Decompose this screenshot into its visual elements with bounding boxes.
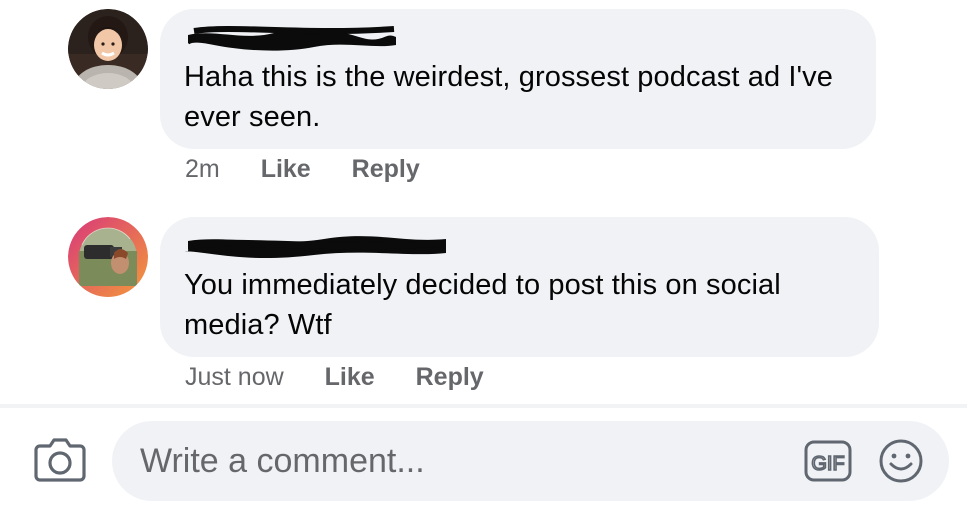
comment-meta: 2m Like Reply [185, 155, 420, 184]
comment-input[interactable] [138, 435, 782, 487]
smiley-icon[interactable] [878, 438, 924, 484]
comment-timestamp: 2m [185, 155, 220, 183]
gif-label: GIF [811, 453, 844, 475]
redacted-author-name[interactable] [184, 23, 404, 51]
comment-composer: GIF [0, 408, 967, 506]
comment-input-container[interactable]: GIF [112, 421, 949, 501]
comment-text: Haha this is the weirdest, grossest podc… [184, 61, 833, 133]
comment-text: You immediately decided to post this on … [184, 269, 781, 341]
gif-icon[interactable]: GIF [804, 440, 852, 482]
reply-button[interactable]: Reply [352, 155, 420, 184]
comment-item: You immediately decided to post this on … [0, 200, 967, 404]
like-button[interactable]: Like [261, 155, 311, 184]
comment-bubble: You immediately decided to post this on … [160, 217, 879, 357]
comment-item: Haha this is the weirdest, grossest podc… [0, 0, 967, 200]
avatar-photo [68, 9, 148, 89]
camera-icon[interactable] [34, 436, 86, 482]
comment-avatar[interactable] [68, 217, 148, 297]
redacted-author-name[interactable] [184, 231, 454, 259]
comment-bubble: Haha this is the weirdest, grossest podc… [160, 9, 876, 149]
comment-timestamp: Just now [185, 363, 284, 391]
comment-meta: Just now Like Reply [185, 363, 484, 392]
like-button[interactable]: Like [325, 363, 375, 392]
reply-button[interactable]: Reply [416, 363, 484, 392]
avatar-photo-frame [68, 217, 148, 297]
comment-avatar[interactable] [68, 9, 148, 89]
